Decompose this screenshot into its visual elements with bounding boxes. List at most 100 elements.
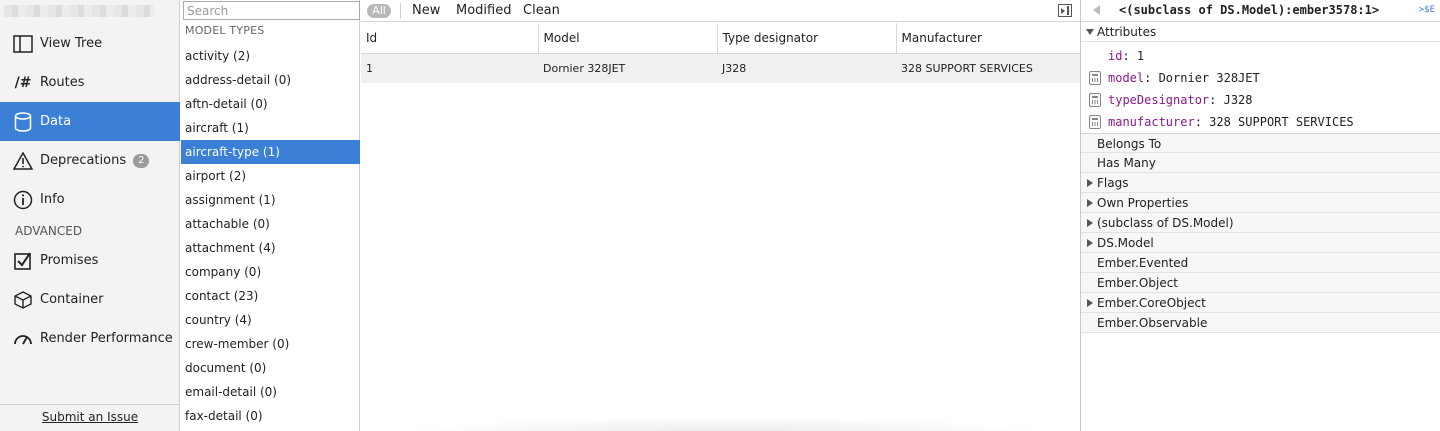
attribute-value[interactable]: Dornier 328JET — [1159, 71, 1260, 85]
computed-calculator-icon[interactable] — [1089, 71, 1101, 85]
collapsed-triangle-icon — [1087, 179, 1093, 187]
attribute-value[interactable]: J328 — [1224, 93, 1253, 107]
sidebar-item-label: Info — [40, 192, 65, 207]
group-has-many[interactable]: Has Many — [1081, 153, 1440, 173]
model-type-item-selected[interactable]: aircraft-type (1) — [181, 140, 360, 164]
group-belongs-to[interactable]: Belongs To — [1081, 133, 1440, 153]
sidebar-item-label: View Tree — [40, 36, 103, 51]
table-header-row: Id Model Type designator Manufacturer — [361, 23, 1080, 54]
sidebar-item-label: Container — [40, 292, 104, 307]
model-type-item[interactable]: attachment (4) — [181, 236, 360, 260]
group-label: Ember.CoreObject — [1097, 296, 1206, 310]
info-icon — [13, 190, 33, 210]
model-type-item[interactable]: document (0) — [181, 356, 360, 380]
attribute-row[interactable]: manufacturer: 328 SUPPORT SERVICES — [1081, 111, 1440, 133]
records-panel: All New Modified Clean Id Model Type des… — [361, 0, 1080, 431]
column-header[interactable]: Id — [361, 23, 539, 54]
group-label: Flags — [1097, 176, 1129, 190]
group-own-properties[interactable]: Own Properties — [1081, 193, 1440, 213]
attribute-row[interactable]: model: Dornier 328JET — [1081, 67, 1440, 89]
submit-issue-link[interactable]: Submit an Issue — [42, 410, 138, 424]
sidebar-item-data[interactable]: Data — [0, 102, 180, 141]
column-header[interactable]: Type designator — [717, 23, 897, 54]
sidebar-item-view-tree[interactable]: View Tree — [0, 24, 180, 63]
group-label: Has Many — [1097, 156, 1156, 170]
group-ember-observable[interactable]: Ember.Observable — [1081, 313, 1440, 333]
deprecations-count-badge: 2 — [133, 153, 150, 168]
computed-calculator-icon[interactable] — [1089, 115, 1101, 129]
group-label: Belongs To — [1097, 137, 1162, 151]
model-type-item[interactable]: attachable (0) — [181, 212, 360, 236]
filter-clean-button[interactable]: Clean — [523, 3, 560, 18]
group-flags[interactable]: Flags — [1081, 173, 1440, 193]
sidebar-item-render-performance[interactable]: Render Performance — [0, 319, 180, 358]
send-to-console-button[interactable]: >$E — [1419, 5, 1435, 15]
group-ds-model[interactable]: DS.Model — [1081, 233, 1440, 253]
attribute-separator: : — [1209, 93, 1224, 107]
data-icon — [13, 111, 33, 132]
group-ember-coreobject[interactable]: Ember.CoreObject — [1081, 293, 1440, 313]
column-header[interactable]: Manufacturer — [896, 23, 1080, 54]
model-type-item[interactable]: country (4) — [181, 308, 360, 332]
deprecations-icon — [13, 151, 33, 171]
model-type-item[interactable]: crew-member (0) — [181, 332, 360, 356]
group-subclass-ds-model[interactable]: (subclass of DS.Model) — [1081, 213, 1440, 233]
sidebar-item-promises[interactable]: Promises — [0, 241, 180, 280]
collapsed-triangle-icon — [1087, 219, 1093, 227]
model-type-item[interactable]: aircraft (1) — [181, 116, 360, 140]
property-groups: Belongs To Has Many Flags Own Properties… — [1081, 133, 1440, 333]
sidebar: View Tree /# Routes Data Deprecations 2 … — [0, 0, 180, 431]
model-type-item[interactable]: assignment (1) — [181, 188, 360, 212]
advanced-section-label: ADVANCED — [15, 224, 83, 238]
table-row[interactable]: 1 Dornier 328JET J328 328 SUPPORT SERVIC… — [361, 53, 1080, 83]
sidebar-footer: Submit an Issue — [0, 404, 180, 431]
container-icon — [13, 290, 33, 310]
attribute-row[interactable]: typeDesignator: J328 — [1081, 89, 1440, 111]
sidebar-item-container[interactable]: Container — [0, 280, 180, 319]
collapsed-triangle-icon — [1087, 299, 1093, 307]
column-header[interactable]: Model — [538, 23, 718, 54]
attribute-row[interactable]: id: 1 — [1081, 45, 1440, 67]
sidebar-header — [0, 0, 179, 22]
computed-calculator-icon[interactable] — [1089, 93, 1101, 107]
group-ember-evented[interactable]: Ember.Evented — [1081, 253, 1440, 273]
promises-icon — [13, 251, 33, 271]
attribute-key: model — [1108, 71, 1145, 85]
model-type-item[interactable]: company (0) — [181, 260, 360, 284]
collapsed-triangle-icon — [1087, 199, 1093, 207]
sidebar-item-deprecations[interactable]: Deprecations 2 — [0, 141, 180, 180]
view-tree-icon — [13, 34, 33, 54]
model-type-item[interactable]: fax-detail (0) — [181, 404, 360, 428]
back-arrow-icon[interactable] — [1093, 5, 1100, 15]
filter-all-button[interactable]: All — [367, 4, 391, 18]
attribute-key: manufacturer — [1108, 115, 1195, 129]
model-type-list: activity (2) address-detail (0) aftn-det… — [181, 44, 360, 428]
toggle-inspector-icon[interactable] — [1058, 4, 1072, 17]
model-type-item[interactable]: aftn-detail (0) — [181, 92, 360, 116]
model-type-item[interactable]: address-detail (0) — [181, 68, 360, 92]
toolbar-divider — [400, 3, 401, 19]
model-types-panel: MODEL TYPES activity (2) address-detail … — [181, 0, 360, 431]
group-ember-object[interactable]: Ember.Object — [1081, 273, 1440, 293]
attribute-value[interactable]: 328 SUPPORT SERVICES — [1209, 115, 1354, 129]
search-input[interactable] — [183, 1, 360, 20]
attribute-key: typeDesignator — [1108, 93, 1210, 107]
table-cell: J328 — [717, 53, 896, 83]
attribute-value[interactable]: 1 — [1137, 49, 1144, 63]
sidebar-item-info[interactable]: Info — [0, 180, 180, 219]
model-type-item[interactable]: email-detail (0) — [181, 380, 360, 404]
sidebar-item-routes[interactable]: /# Routes — [0, 63, 180, 102]
group-label: Ember.Object — [1097, 276, 1178, 290]
attributes-section-header[interactable]: Attributes — [1081, 22, 1440, 42]
model-type-item[interactable]: airport (2) — [181, 164, 360, 188]
collapsed-triangle-icon — [1087, 239, 1093, 247]
model-type-item[interactable]: contact (23) — [181, 284, 360, 308]
attribute-key: id — [1108, 49, 1123, 63]
sidebar-item-label: Data — [40, 114, 72, 129]
filter-new-button[interactable]: New — [412, 3, 440, 18]
records-table: Id Model Type designator Manufacturer 1 … — [361, 23, 1080, 83]
model-type-item[interactable]: activity (2) — [181, 44, 360, 68]
section-label: Attributes — [1097, 25, 1157, 39]
filter-modified-button[interactable]: Modified — [456, 3, 511, 18]
group-label: DS.Model — [1097, 236, 1154, 250]
